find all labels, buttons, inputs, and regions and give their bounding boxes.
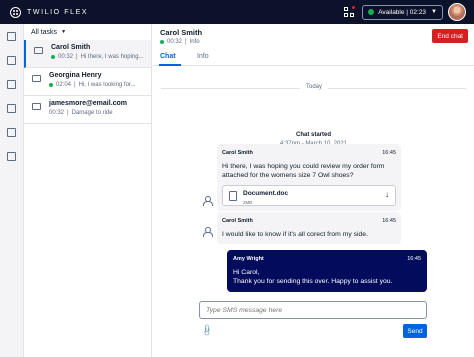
message-time: 16:45 [382,218,396,224]
task-preview: Hi there, I was hoping... [80,54,144,60]
brand-name: TWILIO FLEX [27,8,89,16]
separator: | [185,39,187,45]
end-chat-button[interactable]: End chat [432,29,468,43]
attachment-size: 2MB [243,200,253,205]
tab-chat[interactable]: Chat [160,53,176,60]
separator: | [76,54,78,60]
brand: TWILIO FLEX [10,6,89,18]
message-text-line: Hi Carol, [233,268,260,276]
task-preview: Damage to ride [71,110,113,116]
task-list-panel: All tasks ▼ Carol Smith 00:32 | Hi there… [24,24,152,357]
task-filter-label: All tasks [31,28,58,36]
status-dot-icon [49,83,53,87]
send-button[interactable]: Send [403,324,427,338]
qr-code-icon[interactable] [344,6,356,17]
task-time: 00:32 [49,110,65,116]
status-dot-icon [51,55,55,59]
task-time: 02:04 [56,82,72,88]
task-name: jamesmore@email.com [49,100,128,107]
tasks-icon[interactable] [7,32,16,41]
status-dot-icon [368,9,375,15]
task-filter-dropdown[interactable]: All tasks ▼ [24,24,151,40]
document-icon [229,190,237,201]
chat-info-label: Info [189,39,200,45]
day-label: Today [300,84,329,90]
task-name: Carol Smith [51,44,91,51]
paperclip-icon[interactable]: 📎 [200,324,213,337]
calculator-icon[interactable] [7,104,16,113]
attachment-card[interactable]: Document.doc 2MB ↓ [222,184,396,206]
user-icon [203,196,213,206]
chat-tabs: Chat Info [153,50,474,66]
task-item[interactable]: jamesmore@email.com 00:32 | Damage to ri… [24,96,151,124]
task-item[interactable]: Georgina Henry 02:04 | Hi, I was looking… [24,68,151,96]
chat-started-title: Chat started [295,132,331,138]
chat-panel: Carol Smith 00:32 | Info End chat Chat I… [153,24,474,357]
message-bubble-incoming: Carol Smith 16:45 Hi there, I was hoping… [217,144,401,211]
message-text-line: Thank you for sending this over. Happy t… [233,278,393,285]
layers-icon[interactable] [7,56,16,65]
chat-contact-name: Carol Smith [160,28,203,37]
top-bar: TWILIO FLEX Available | 02:23 ▼ [0,0,474,24]
chat-icon [34,47,43,54]
user-icon [203,227,213,237]
message-time: 16:45 [407,256,421,262]
download-icon[interactable]: ↓ [385,190,389,200]
grid-icon[interactable] [7,128,16,137]
twilio-logo-icon [10,6,21,18]
availability-status-label: Available | 02:23 [378,8,427,16]
chevron-down-icon: ▼ [61,29,67,35]
message-author: Amy Wright [233,256,264,262]
user-avatar[interactable] [448,3,466,21]
task-item[interactable]: Carol Smith 00:32 | Hi there, I was hopi… [24,40,151,68]
message-author: Carol Smith [222,218,253,224]
message-bubble-incoming: Carol Smith 16:45 I would like to know i… [217,212,401,244]
message-bubble-outgoing: Amy Wright 16:45 Hi Carol, Thank you for… [227,250,427,292]
chat-header: Carol Smith 00:32 | Info [160,28,202,45]
message-text: Hi there, I was hoping you could review … [222,162,385,180]
side-nav-rail [0,24,24,357]
message-author: Carol Smith [222,150,253,156]
separator: | [74,82,76,88]
availability-status-dropdown[interactable]: Available | 02:23 ▼ [362,4,443,20]
separator: | [67,110,69,116]
email-icon [32,103,41,110]
message-time: 16:45 [382,150,396,156]
list-icon[interactable] [7,80,16,89]
task-time: 00:32 [58,54,74,60]
message-text: I would like to know if it's all corect … [222,230,368,238]
tab-info[interactable]: Info [197,53,209,60]
chat-time: 00:32 [167,39,183,45]
task-preview: Hi, I was looking for... [78,82,136,88]
notification-dot [352,6,356,9]
status-dot-icon [160,40,164,44]
task-name: Georgina Henry [49,72,102,79]
active-tab-indicator [159,64,181,66]
attachment-name: Document.doc [243,189,289,197]
chevron-down-icon: ▼ [431,9,437,15]
chart-icon[interactable] [7,152,16,161]
chat-icon [32,75,41,82]
message-input[interactable] [199,301,427,319]
